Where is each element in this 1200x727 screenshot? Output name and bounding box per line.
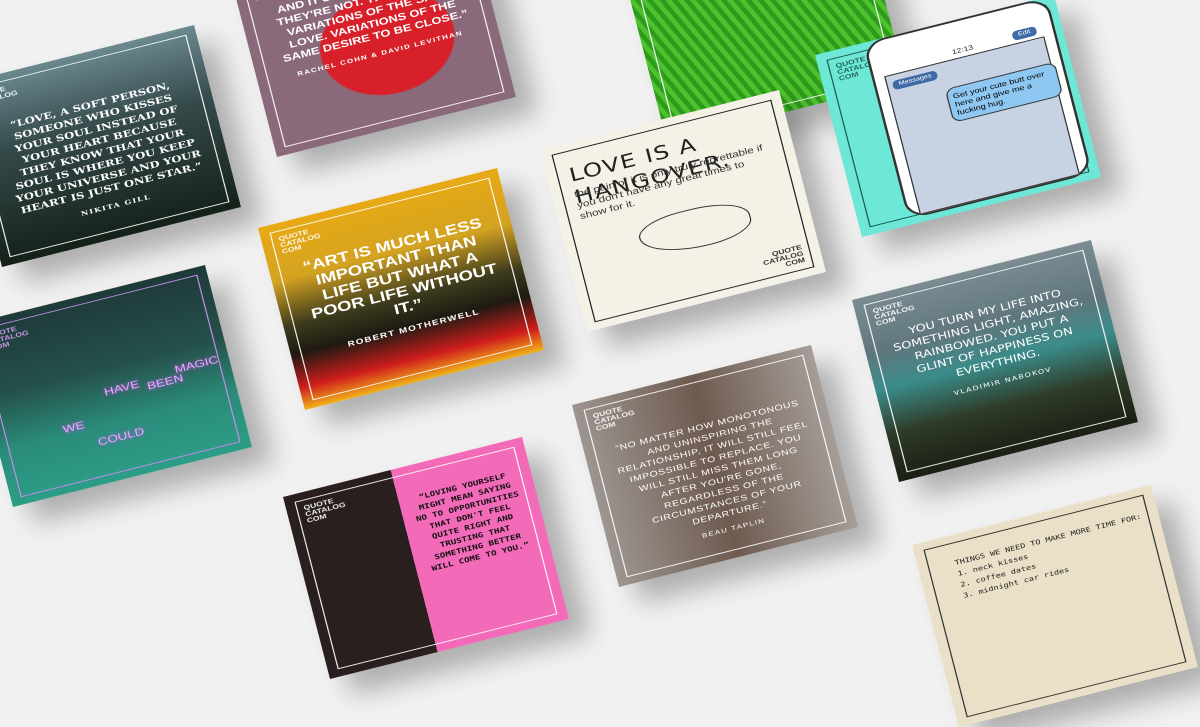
quote-card-hangover[interactable]: LOVE IS A HANGOVER. the pain of it is on… xyxy=(540,90,826,332)
quote-card-neon[interactable]: QUOTE CATALOG COM WE COULD HAVE BEEN MAG… xyxy=(0,265,252,507)
quote-card-soft-person[interactable]: QUOTE CATALOG COM “Love, a soft person, … xyxy=(0,25,241,267)
quote-card-waterfall[interactable]: QUOTE CATALOG COM You turn my life into … xyxy=(852,240,1138,482)
quote-card-loving-yourself[interactable]: QUOTE CATALOG COM “Loving yourself might… xyxy=(283,437,569,679)
message-bubble: Get your cute butt over here and give me… xyxy=(944,61,1064,123)
quote-card-art[interactable]: QUOTE CATALOG COM “Art is much less impo… xyxy=(258,168,544,410)
card-frame xyxy=(923,494,1187,718)
edit-button: Edit xyxy=(1010,25,1038,42)
messages-back-button: Messages xyxy=(891,70,939,91)
quote-card-typewriter[interactable]: THINGS WE NEED TO MAKE MORE TIME FOR: 1.… xyxy=(912,485,1198,727)
quote-card-monotonous[interactable]: QUOTE CATALOG COM “No matter how monoton… xyxy=(572,345,858,587)
quote-card-same-love[interactable]: QUOTE CATALOG COM “It's built on friends… xyxy=(230,0,516,157)
